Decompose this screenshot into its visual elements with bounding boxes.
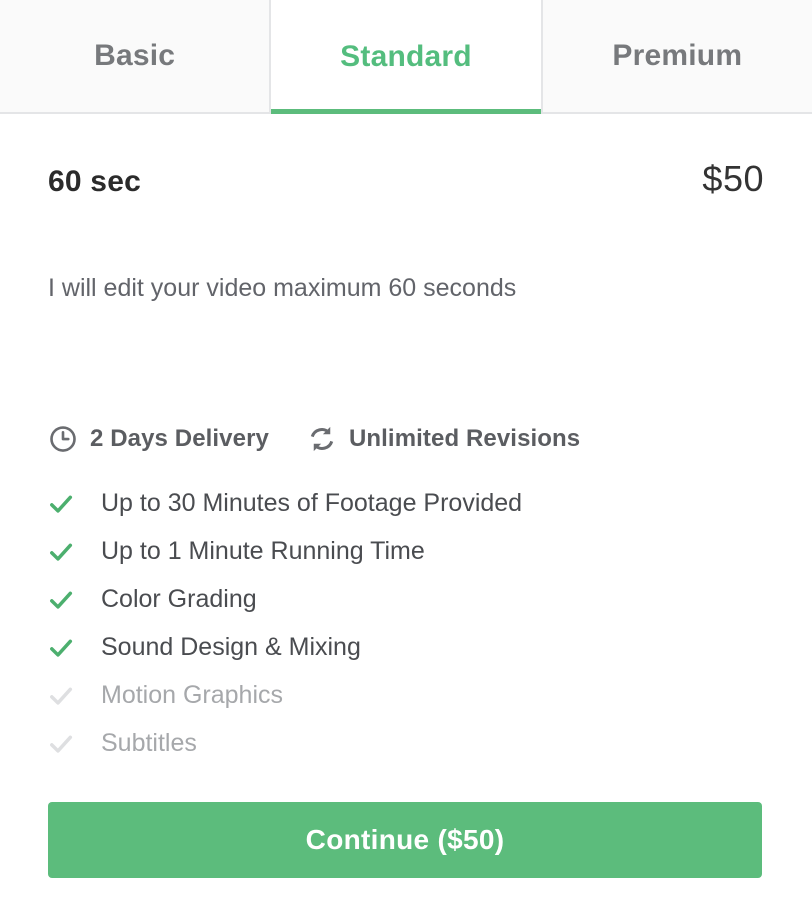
feature-label: Up to 30 Minutes of Footage Provided [101,489,523,518]
revisions-icon [307,424,337,454]
check-icon [48,731,74,757]
feature-item-disabled: Motion Graphics [48,672,764,720]
feature-item: Up to 30 Minutes of Footage Provided [48,480,764,528]
package-card: Basic Standard Premium 60 sec $50 I will… [0,0,812,916]
tab-premium[interactable]: Premium [542,0,812,112]
revisions: Unlimited Revisions [307,424,580,454]
continue-button[interactable]: Continue ($50) [48,801,762,878]
check-icon [48,683,74,709]
revisions-label: Unlimited Revisions [348,424,581,452]
check-icon [48,539,74,565]
feature-item: Color Grading [48,576,764,624]
package-description: I will edit your video maximum 60 second… [48,274,517,302]
feature-item: Sound Design & Mixing [48,624,764,672]
check-icon [48,491,74,517]
package-body: 60 sec $50 I will edit your video maximu… [0,114,812,878]
clock-icon [48,424,78,454]
feature-label: Color Grading [101,585,257,614]
tab-basic-label: Basic [94,39,176,72]
feature-label: Up to 1 Minute Running Time [101,537,425,566]
tab-basic[interactable]: Basic [0,0,270,112]
tab-premium-label: Premium [612,39,743,72]
delivery-time: 2 Days Delivery [48,424,269,454]
package-duration: 60 sec [48,165,141,198]
tab-standard[interactable]: Standard [269,0,543,114]
check-icon [48,587,74,613]
package-price: $50 [702,158,764,199]
delivery-time-label: 2 Days Delivery [90,424,269,452]
package-price-row: 60 sec $50 [48,114,764,200]
package-tabs: Basic Standard Premium [0,0,812,114]
feature-label: Sound Design & Mixing [101,633,361,662]
package-meta-row: 2 Days Delivery Unlimited Revisions [48,424,764,454]
feature-item: Up to 1 Minute Running Time [48,528,764,576]
feature-list: Up to 30 Minutes of Footage Provided Up … [48,480,764,768]
tab-standard-label: Standard [340,40,472,73]
feature-label: Subtitles [101,729,197,758]
check-icon [48,635,74,661]
feature-item-disabled: Subtitles [48,720,764,768]
feature-label: Motion Graphics [101,681,284,710]
